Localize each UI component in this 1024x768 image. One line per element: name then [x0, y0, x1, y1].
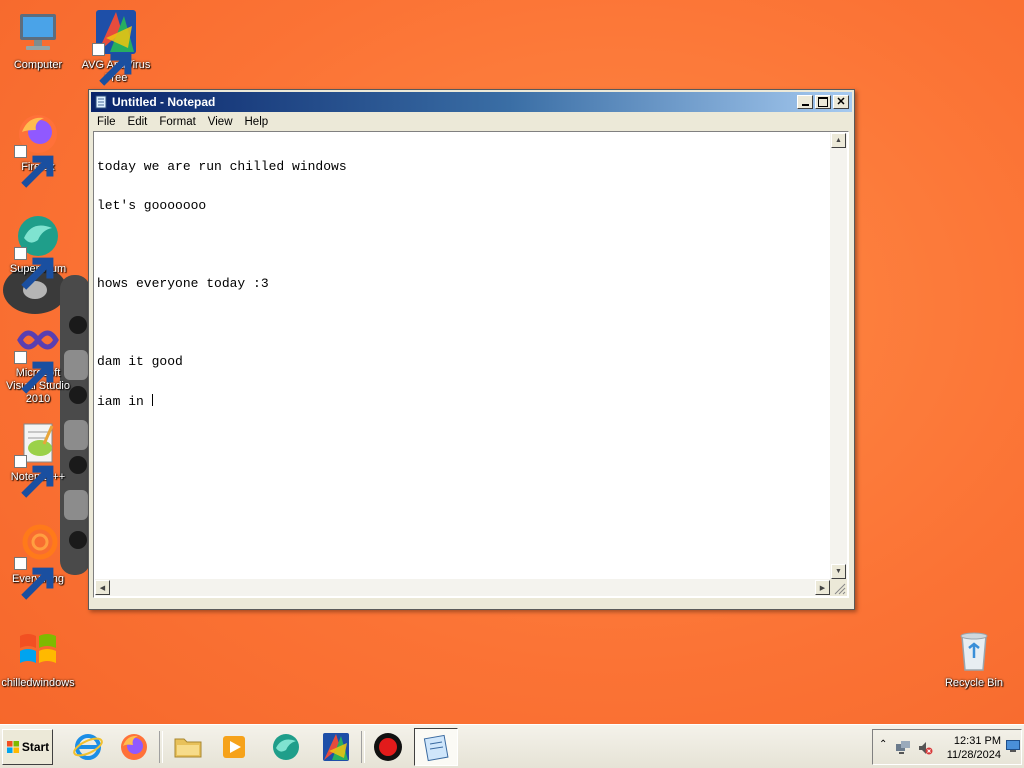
taskbar-separator — [159, 731, 163, 763]
shortcut-arrow-icon — [14, 145, 54, 188]
desktop-icon-firefox[interactable]: Firefox — [0, 110, 76, 188]
volume-muted-icon[interactable] — [917, 740, 933, 756]
desktop-icon-visual-studio[interactable]: Microsoft Visual Studio 2010 — [0, 316, 76, 406]
record-icon — [374, 733, 402, 761]
taskbar-media-player[interactable] — [212, 728, 256, 766]
shortcut-arrow-icon — [14, 247, 54, 290]
internet-explorer-icon — [73, 734, 103, 760]
notepad-icon — [423, 734, 449, 762]
resize-grip[interactable] — [830, 579, 847, 596]
firefox-icon — [121, 734, 147, 760]
windows-logo-icon — [6, 741, 19, 753]
menu-help[interactable]: Help — [239, 114, 275, 130]
maximize-button[interactable] — [815, 95, 831, 109]
maximize-icon — [818, 97, 828, 107]
shortcut-arrow-icon — [14, 557, 54, 600]
menu-format[interactable]: Format — [153, 114, 201, 130]
desktop-icon-avg[interactable]: AVG AntiVirus Free — [78, 8, 154, 86]
menu-view[interactable]: View — [202, 114, 239, 130]
chevron-up-icon: ⌃ — [879, 739, 888, 750]
show-desktop-button[interactable] — [1006, 739, 1020, 752]
notepad-app-icon — [95, 95, 107, 109]
clock-time: 12:31 PM — [953, 735, 1001, 747]
arrow-right-icon: ▶ — [819, 584, 826, 592]
desktop-icon-label: Recycle Bin — [944, 677, 1004, 689]
text-line — [97, 238, 828, 251]
desktop-icon-label: chilledwindows — [1, 677, 75, 689]
menu-file[interactable]: File — [91, 114, 122, 130]
taskbar-internet-explorer[interactable] — [66, 728, 110, 766]
window-titlebar[interactable]: Untitled - Notepad ✕ — [91, 92, 852, 112]
windows-flag-icon — [20, 634, 56, 663]
taskbar-notepad[interactable] — [414, 728, 458, 766]
show-desktop-icon — [1006, 740, 1020, 752]
file-explorer-icon — [174, 738, 202, 758]
clock[interactable]: 12:31 PM 11/28/2024 — [947, 734, 1001, 762]
desktop-icon-label: Computer — [13, 59, 63, 71]
menu-bar: File Edit Format View Help — [89, 112, 854, 131]
start-button[interactable]: Start — [2, 729, 53, 765]
desktop-icon-notepadpp[interactable]: Notepad++ — [0, 420, 76, 498]
network-icon[interactable] — [895, 740, 911, 756]
resize-grip-icon — [834, 583, 846, 595]
horizontal-scrollbar[interactable]: ◀ ▶ — [95, 579, 830, 596]
system-tray: ⌃ 12:31 PM 11/28/2024 — [872, 729, 1022, 765]
text-line — [97, 316, 828, 329]
text-line: today we are run chilled windows — [97, 159, 347, 174]
clock-date: 11/28/2024 — [946, 749, 1001, 761]
arrow-down-icon: ▼ — [835, 568, 842, 575]
arrow-left-icon: ◀ — [99, 584, 106, 592]
menu-edit[interactable]: Edit — [122, 114, 154, 130]
taskbar-avg[interactable] — [314, 728, 358, 766]
text-line: let's gooooooo — [97, 198, 207, 213]
taskbar: Start ⌃ 12:31 PM 11/28/2024 — [0, 724, 1024, 768]
desktop-icon-everything[interactable]: Everything — [0, 522, 76, 600]
close-button[interactable]: ✕ — [833, 95, 849, 109]
shortcut-arrow-icon — [14, 455, 54, 498]
desktop-icon-chilledwindows[interactable]: chilledwindows — [0, 626, 76, 690]
window-title: Untitled - Notepad — [112, 95, 216, 109]
start-label: Start — [21, 740, 50, 754]
scroll-right-button[interactable]: ▶ — [815, 580, 830, 595]
editor-area[interactable]: today we are run chilled windows let's g… — [93, 131, 849, 598]
scroll-up-button[interactable]: ▲ — [831, 133, 846, 148]
close-icon: ✕ — [836, 96, 846, 108]
taskbar-firefox[interactable] — [112, 728, 156, 766]
scroll-left-button[interactable]: ◀ — [95, 580, 110, 595]
taskbar-supermium[interactable] — [264, 728, 308, 766]
taskbar-file-explorer[interactable] — [166, 728, 210, 766]
arrow-up-icon: ▲ — [835, 137, 842, 144]
taskbar-recorder[interactable] — [366, 728, 410, 766]
avg-icon — [323, 733, 349, 761]
shortcut-arrow-icon — [92, 43, 132, 86]
text-editor[interactable]: today we are run chilled windows let's g… — [95, 133, 830, 579]
show-hidden-icons-button[interactable]: ⌃ — [879, 739, 887, 750]
media-player-icon — [223, 736, 245, 758]
text-line: hows everyone today :3 — [97, 276, 269, 291]
supermium-icon — [273, 734, 299, 760]
shortcut-arrow-icon — [14, 351, 54, 394]
text-line-content: iam in — [97, 394, 152, 409]
text-caret — [151, 394, 153, 406]
recycle-bin-icon — [960, 632, 988, 671]
text-line-current: iam in — [97, 394, 828, 409]
minimize-icon — [801, 104, 809, 106]
minimize-button[interactable] — [797, 95, 813, 109]
taskbar-separator — [361, 731, 365, 763]
desktop-icon-computer[interactable]: Computer — [0, 8, 76, 72]
desktop-icon-recycle-bin[interactable]: Recycle Bin — [936, 626, 1012, 690]
desktop-icon-supermium[interactable]: Supermium — [0, 212, 76, 290]
scroll-down-button[interactable]: ▼ — [831, 564, 846, 579]
vertical-scrollbar[interactable]: ▲ ▼ — [830, 133, 847, 579]
text-line: dam it good — [97, 354, 183, 369]
notepad-window[interactable]: Untitled - Notepad ✕ File Edit Format Vi… — [88, 89, 855, 610]
computer-icon — [20, 14, 56, 50]
